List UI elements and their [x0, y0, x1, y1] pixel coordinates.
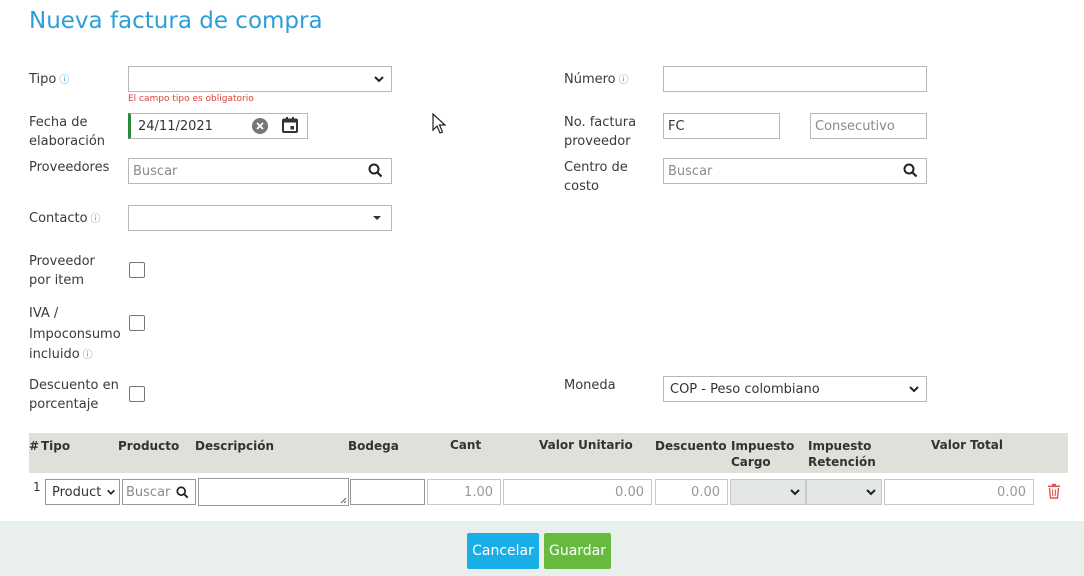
col-valor-total: Valor Total [931, 438, 1003, 452]
col-tipo: Tipo [41, 439, 71, 453]
col-impuesto-cargo: Impuesto Cargo [731, 439, 795, 469]
row-tipo-select[interactable]: Product [45, 479, 120, 505]
chevron-down-icon [374, 76, 384, 83]
resize-handle-icon[interactable] [340, 497, 347, 504]
tipo-label: Tipo ⓘ [29, 72, 70, 87]
moneda-label: Moneda [564, 378, 616, 393]
col-cant: Cant [450, 438, 482, 452]
row-valor-unitario-input[interactable]: 0.00 [503, 479, 652, 505]
contacto-select[interactable] [128, 205, 392, 231]
row-valor-total-input[interactable]: 0.00 [884, 479, 1034, 505]
trash-icon[interactable] [1047, 483, 1061, 499]
descuento-label: Descuento en porcentaje [29, 378, 119, 412]
proveedor-item-checkbox[interactable] [129, 262, 145, 278]
centro-costo-label: Centro de costo [564, 160, 628, 194]
row-cant-input[interactable]: 1.00 [427, 479, 501, 505]
search-icon[interactable] [176, 485, 189, 499]
moneda-select[interactable]: COP - Peso colombiano [663, 376, 927, 402]
row-descripcion-textarea[interactable] [198, 478, 349, 506]
col-descuento: Descuento [655, 439, 727, 453]
info-icon[interactable]: ⓘ [59, 75, 69, 86]
numero-label: Número ⓘ [564, 72, 629, 87]
col-impuesto-retencion: Impuesto Retención [808, 439, 876, 469]
clear-icon[interactable] [251, 117, 269, 135]
descuento-checkbox[interactable] [129, 386, 145, 402]
chevron-down-icon [909, 386, 919, 393]
row-impuesto-cargo-select[interactable] [730, 479, 806, 505]
row-bodega-input[interactable] [350, 479, 425, 505]
consecutivo-input[interactable]: Consecutivo [810, 113, 927, 139]
row-number: 1 [33, 480, 41, 494]
row-producto-search-input[interactable]: Buscar [122, 479, 196, 505]
info-icon[interactable]: ⓘ [83, 350, 93, 361]
tipo-select[interactable] [128, 66, 392, 92]
search-icon[interactable] [368, 163, 383, 178]
row-impuesto-retencion-select[interactable] [806, 479, 882, 505]
footer-bar [0, 521, 1084, 576]
info-icon[interactable]: ⓘ [619, 75, 629, 86]
row-descuento-input[interactable]: 0.00 [655, 479, 728, 505]
chevron-down-icon [107, 489, 115, 495]
tipo-error: El campo tipo es obligatorio [128, 94, 254, 104]
col-producto: Producto [118, 439, 180, 453]
contacto-label: Contacto ⓘ [29, 211, 101, 226]
save-button[interactable]: Guardar [544, 533, 611, 569]
info-icon[interactable]: ⓘ [91, 214, 101, 225]
caret-down-icon [373, 216, 381, 220]
centro-costo-search-input[interactable]: Buscar [663, 158, 927, 184]
numero-input[interactable] [663, 66, 927, 92]
no-factura-label: No. factura proveedor [564, 115, 637, 149]
col-descripcion: Descripción [195, 439, 274, 453]
calendar-icon[interactable] [281, 116, 299, 134]
col-valor-unitario: Valor Unitario [539, 438, 633, 452]
search-icon[interactable] [903, 163, 918, 178]
proveedor-item-label: Proveedor por item [29, 254, 95, 288]
col-bodega: Bodega [348, 439, 399, 453]
fecha-label: Fecha de elaboración [29, 115, 106, 149]
chevron-down-icon [790, 489, 800, 496]
iva-label: IVA / Impoconsumo incluido ⓘ [29, 306, 121, 362]
factura-prefix-input[interactable]: FC [663, 113, 780, 139]
mouse-cursor-icon [432, 113, 446, 134]
page-title: Nueva factura de compra [29, 8, 323, 34]
chevron-down-icon [866, 489, 876, 496]
col-num: # [29, 439, 40, 453]
cancel-button[interactable]: Cancelar [467, 533, 539, 569]
proveedores-label: Proveedores [29, 160, 110, 175]
iva-checkbox[interactable] [129, 315, 145, 331]
proveedores-search-input[interactable]: Buscar [128, 158, 392, 184]
